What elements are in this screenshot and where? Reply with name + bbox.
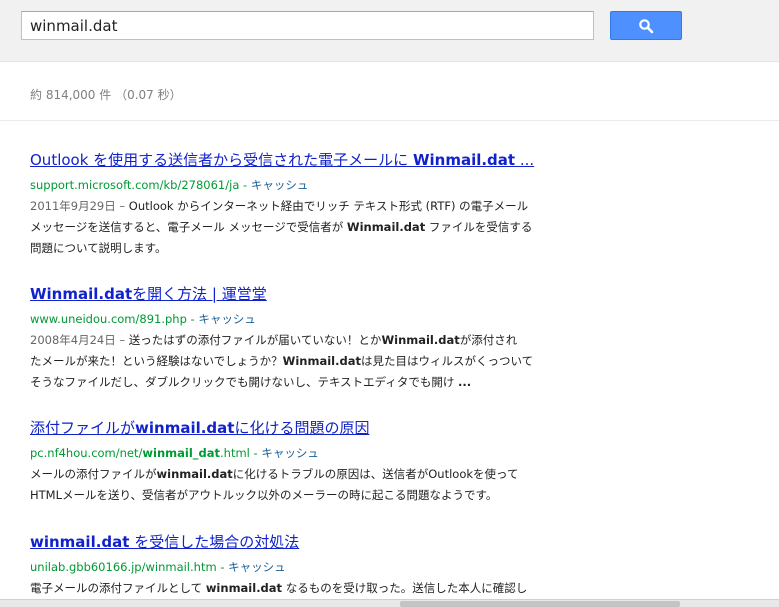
result-title-link[interactable]: Winmail.datを開く方法 | 運営堂: [30, 284, 550, 304]
search-icon: [639, 18, 654, 33]
result-title-link[interactable]: Outlook を使用する送信者から受信された電子メールに Winmail.da…: [30, 150, 550, 170]
text-segment: メールの添付ファイルが: [30, 467, 157, 481]
result-date: 2008年4月24日 –: [30, 333, 129, 347]
result-url-line: support.microsoft.com/kb/278061/ja - キャッ…: [30, 176, 550, 194]
text-segment: に化ける問題の原因: [234, 419, 370, 437]
cache-link[interactable]: キャッシュ: [198, 312, 256, 326]
snippet-line: 2008年4月24日 – 送ったはずの添付ファイルが届いていない！とかWinma…: [30, 330, 550, 351]
search-result: 添付ファイルがwinmail.datに化ける問題の原因 pc.nf4hou.co…: [30, 418, 550, 506]
result-url-line: pc.nf4hou.com/net/winmail_dat.html - キャッ…: [30, 444, 550, 462]
highlight-text: ...: [458, 375, 472, 389]
highlight-text: winmail.dat: [156, 467, 233, 481]
result-snippet: 2011年9月29日 – Outlook からインターネット経由でリッチ テキス…: [30, 196, 550, 259]
cache-link[interactable]: キャッシュ: [228, 560, 286, 574]
text-segment: 送ったはずの添付ファイルが届いていない！とか: [128, 333, 382, 347]
search-result: Outlook を使用する送信者から受信された電子メールに Winmail.da…: [30, 150, 550, 259]
text-segment: メッセージを送信すると、電子メール メッセージで受信者が: [30, 220, 347, 234]
search-input[interactable]: [21, 11, 594, 40]
cache-link[interactable]: キャッシュ: [251, 178, 309, 192]
highlight-text: Winmail.dat: [412, 151, 516, 169]
text-segment: Outlook からインターネット経由でリッチ テキスト形式 (RTF) の電子…: [128, 199, 529, 213]
result-url: pc.nf4hou.com/net/winmail_dat.html: [30, 446, 250, 460]
snippet-line: メールの添付ファイルがwinmail.datに化けるトラブルの原因は、送信者がO…: [30, 464, 550, 485]
separator: -: [239, 178, 251, 192]
snippet-line: 2011年9月29日 – Outlook からインターネット経由でリッチ テキス…: [30, 196, 550, 217]
text-segment: HTMLメールを送り、受信者がアウトルック以外のメーラーの時に起こる問題なようで…: [30, 488, 498, 502]
text-segment: support.microsoft.com/kb/278061/ja: [30, 178, 240, 192]
result-url-line: unilab.gbb60166.jp/winmail.htm - キャッシュ: [30, 558, 550, 576]
search-result: Winmail.datを開く方法 | 運営堂 www.uneidou.com/8…: [30, 284, 550, 393]
highlight-text: winmail.dat: [135, 419, 235, 437]
highlight-text: Winmail.dat: [282, 354, 361, 368]
text-segment: を開く方法 | 運営堂: [132, 285, 267, 303]
highlight-text: Winmail.dat: [381, 333, 460, 347]
text-segment: を受信した場合の対処法: [129, 533, 300, 551]
text-segment: ...: [515, 151, 535, 169]
snippet-line: たメールが来た！という経験はないでしょうか？Winmail.datは見た目はウィ…: [30, 351, 550, 372]
snippet-line: HTMLメールを送り、受信者がアウトルック以外のメーラーの時に起こる問題なようで…: [30, 485, 550, 506]
text-segment: www.uneidou.com/891.php: [30, 312, 187, 326]
snippet-line: 問題について説明します。: [30, 238, 550, 259]
search-header: [0, 0, 779, 62]
text-segment: は見た目はウィルスがくっついて: [360, 354, 534, 368]
result-date: 2011年9月29日 –: [30, 199, 129, 213]
result-snippet: 電子メールの添付ファイルとして winmail.dat なるものを受け取った。送…: [30, 578, 550, 599]
horizontal-scrollbar[interactable]: [0, 599, 779, 607]
search-button[interactable]: [610, 11, 682, 40]
text-segment: pc.nf4hou.com/net/: [30, 446, 143, 460]
result-url: www.uneidou.com/891.php: [30, 312, 187, 326]
text-segment: unilab.gbb60166.jp/winmail.htm: [30, 560, 217, 574]
highlight-text: winmail.dat: [205, 581, 283, 595]
text-segment: そうなファイルだし、ダブルクリックでも開けないし、テキストエディタでも開け: [30, 375, 459, 389]
cache-link[interactable]: キャッシュ: [261, 446, 319, 460]
search-result: winmail.dat を受信した場合の対処法 unilab.gbb60166.…: [30, 532, 550, 599]
text-segment: 問題について説明します。: [30, 241, 167, 255]
divider: [0, 120, 779, 121]
text-segment: たメールが来た！という経験はないでしょうか？: [30, 354, 283, 368]
text-segment: Outlook を使用する送信者から受信された電子メールに: [30, 151, 413, 169]
snippet-line: そうなファイルだし、ダブルクリックでも開けないし、テキストエディタでも開け ..…: [30, 372, 550, 393]
snippet-line: 電子メールの添付ファイルとして winmail.dat なるものを受け取った。送…: [30, 578, 550, 599]
snippet-line: メッセージを送信すると、電子メール メッセージで受信者が Winmail.dat…: [30, 217, 550, 238]
text-segment: なるものを受け取った。送信した本人に確認し: [282, 581, 528, 595]
text-segment: 添付ファイルが: [30, 419, 136, 437]
result-url-line: www.uneidou.com/891.php - キャッシュ: [30, 310, 550, 328]
separator: -: [186, 312, 199, 326]
separator: -: [249, 446, 262, 460]
highlight-text: Winmail.dat: [346, 220, 426, 234]
result-url: unilab.gbb60166.jp/winmail.htm: [30, 560, 217, 574]
result-snippet: 2008年4月24日 – 送ったはずの添付ファイルが届いていない！とかWinma…: [30, 330, 550, 393]
text-segment: に化けるトラブルの原因は、送信者がOutlookを使って: [232, 467, 519, 481]
result-snippet: メールの添付ファイルがwinmail.datに化けるトラブルの原因は、送信者がO…: [30, 464, 550, 506]
result-stats: 約 814,000 件 （0.07 秒）: [30, 88, 182, 102]
text-segment: 電子メールの添付ファイルとして: [30, 581, 206, 595]
highlight-text: Winmail.dat: [30, 285, 133, 303]
highlight-text: winmail.dat: [30, 533, 130, 551]
text-segment: が添付され: [459, 333, 518, 347]
result-title-link[interactable]: 添付ファイルがwinmail.datに化ける問題の原因: [30, 418, 550, 438]
result-url: support.microsoft.com/kb/278061/ja: [30, 178, 239, 192]
result-title-link[interactable]: winmail.dat を受信した場合の対処法: [30, 532, 550, 552]
text-segment: .html: [220, 446, 250, 460]
text-segment: ファイルを受信する: [425, 220, 533, 234]
scrollbar-thumb[interactable]: [400, 601, 680, 607]
separator: -: [216, 560, 229, 574]
highlight-text: winmail_dat: [142, 446, 221, 460]
